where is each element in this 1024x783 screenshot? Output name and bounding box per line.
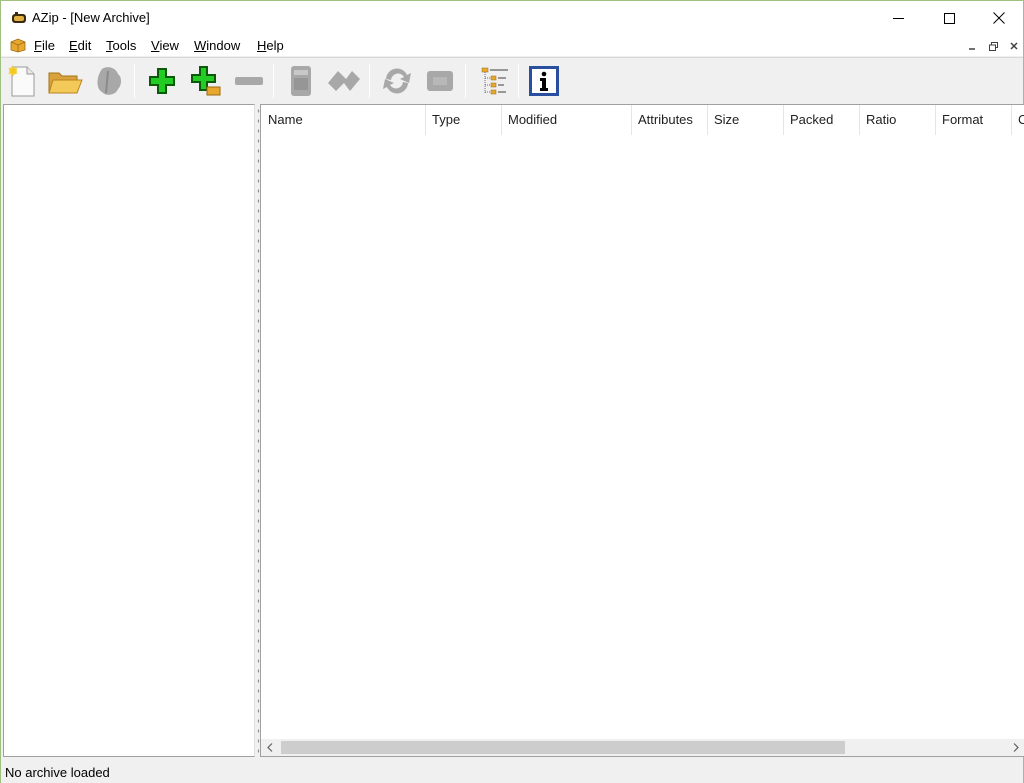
menu-window[interactable]: Window bbox=[194, 38, 240, 53]
menu-file[interactable]: File bbox=[34, 38, 55, 53]
app-window: AZip - [New Archive] File Edit Tools Vie… bbox=[0, 0, 1024, 783]
child-restore-button[interactable] bbox=[986, 39, 1000, 53]
child-close-button[interactable] bbox=[1007, 39, 1021, 53]
new-archive-button[interactable] bbox=[3, 62, 41, 100]
menu-bar: File Edit Tools View Window Help bbox=[1, 35, 1023, 56]
toolbar-separator bbox=[273, 64, 274, 98]
horizontal-scrollbar[interactable] bbox=[261, 739, 1024, 756]
status-text: No archive loaded bbox=[5, 765, 110, 780]
scroll-left-arrow-icon[interactable] bbox=[261, 739, 278, 756]
document-package-icon[interactable] bbox=[9, 37, 27, 53]
toolbar-separator bbox=[518, 64, 519, 98]
menu-view[interactable]: View bbox=[151, 38, 179, 53]
file-list-pane[interactable]: Name Type Modified Attributes Size Packe… bbox=[260, 104, 1024, 757]
column-header-ratio[interactable]: Ratio bbox=[859, 105, 935, 135]
test-archive-button[interactable] bbox=[282, 62, 320, 100]
close-icon bbox=[993, 12, 1005, 24]
close-button[interactable] bbox=[976, 1, 1022, 35]
close-archive-icon bbox=[97, 67, 121, 95]
recompress-icon bbox=[427, 71, 453, 91]
menu-edit[interactable]: Edit bbox=[69, 38, 91, 53]
tree-view-button[interactable] bbox=[475, 62, 513, 100]
child-minimize-button[interactable] bbox=[965, 39, 979, 53]
column-header-type[interactable]: Type bbox=[425, 105, 501, 135]
info-icon bbox=[529, 66, 559, 96]
status-bar: No archive loaded bbox=[1, 759, 1023, 783]
column-header-attributes[interactable]: Attributes bbox=[631, 105, 707, 135]
tree-view-icon bbox=[481, 67, 508, 95]
toolbar-separator bbox=[134, 64, 135, 98]
menu-help[interactable]: Help bbox=[257, 38, 284, 53]
add-folder-icon bbox=[191, 66, 221, 96]
delete-button[interactable] bbox=[230, 62, 268, 100]
scroll-right-arrow-icon[interactable] bbox=[1007, 739, 1024, 756]
add-files-icon bbox=[149, 68, 175, 94]
properties-button[interactable] bbox=[525, 62, 563, 100]
new-archive-icon bbox=[8, 65, 35, 97]
close-archive-button[interactable] bbox=[90, 62, 128, 100]
child-restore-icon bbox=[988, 41, 998, 51]
column-header-row: Name Type Modified Attributes Size Packe… bbox=[261, 105, 1024, 135]
find-button[interactable] bbox=[325, 62, 363, 100]
azip-logo-icon bbox=[11, 11, 27, 25]
column-header-size[interactable]: Size bbox=[707, 105, 783, 135]
toolbar-separator bbox=[369, 64, 370, 98]
update-button[interactable] bbox=[378, 62, 416, 100]
test-archive-icon bbox=[291, 66, 311, 96]
folder-tree-pane[interactable] bbox=[3, 104, 255, 757]
column-header-packed[interactable]: Packed bbox=[783, 105, 859, 135]
column-header-name[interactable]: Name bbox=[261, 105, 425, 135]
child-close-icon bbox=[1010, 42, 1018, 50]
menu-tools[interactable]: Tools bbox=[106, 38, 136, 53]
open-archive-icon bbox=[48, 72, 83, 94]
add-folder-button[interactable] bbox=[187, 62, 225, 100]
open-archive-button[interactable] bbox=[46, 62, 84, 100]
maximize-button[interactable] bbox=[926, 1, 972, 35]
add-files-button[interactable] bbox=[143, 62, 181, 100]
find-icon bbox=[328, 71, 360, 91]
toolbar-separator bbox=[465, 64, 466, 98]
column-header-modified[interactable]: Modified bbox=[501, 105, 631, 135]
delete-icon bbox=[235, 77, 263, 85]
update-icon bbox=[383, 68, 411, 94]
window-title: AZip - [New Archive] bbox=[32, 10, 150, 25]
recompress-button[interactable] bbox=[421, 62, 459, 100]
scrollbar-thumb[interactable] bbox=[281, 741, 845, 754]
toolbar bbox=[1, 57, 1023, 103]
child-minimize-icon bbox=[969, 48, 975, 50]
maximize-icon bbox=[943, 12, 955, 24]
minimize-button[interactable] bbox=[875, 1, 921, 35]
minimize-icon bbox=[892, 17, 904, 19]
column-header-format[interactable]: Format bbox=[935, 105, 1011, 135]
title-bar[interactable]: AZip - [New Archive] bbox=[1, 1, 1023, 35]
column-header-overflow[interactable]: C bbox=[1011, 105, 1024, 135]
